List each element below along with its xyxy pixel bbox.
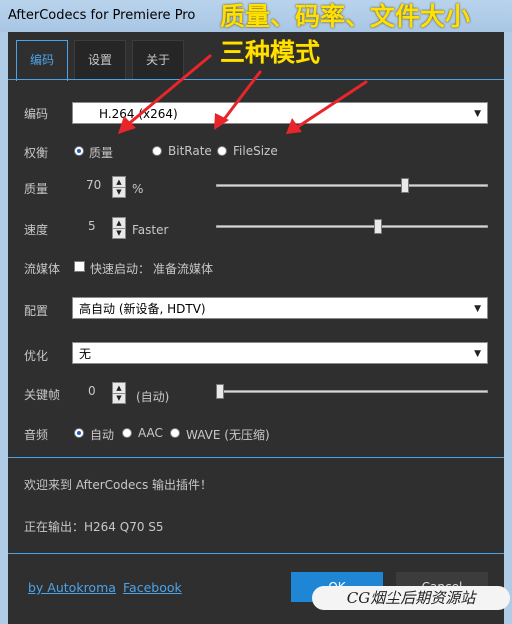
arrow-to-bitrate [220,70,262,124]
annotation-arrows [118,54,368,134]
arrow-to-filesize [294,80,368,130]
arrow-to-quality [124,54,212,128]
